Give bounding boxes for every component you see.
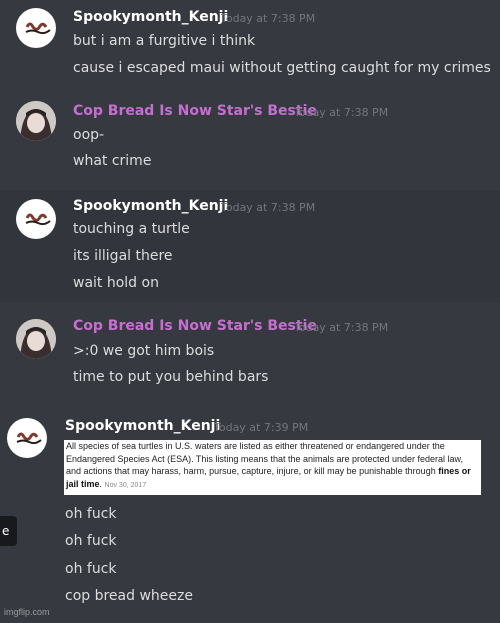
- message-line: wait hold on: [73, 275, 159, 291]
- avatar[interactable]: [7, 418, 47, 458]
- avatar[interactable]: [16, 101, 56, 141]
- message-line: touching a turtle: [73, 221, 190, 237]
- clipping-date: Nov 30, 2017: [104, 481, 147, 489]
- author-name[interactable]: Spookymonth_Kenji: [65, 418, 220, 434]
- attached-image-text: All species of sea turtles in U.S. water…: [66, 441, 471, 489]
- avatar-image: [16, 319, 56, 359]
- message-group-4: Cop Bread Is Now Star's Bestie Today at …: [0, 308, 500, 398]
- message-line: >:0 we got him bois: [73, 343, 215, 359]
- message-line: what crime: [73, 153, 152, 169]
- avatar-image: [16, 101, 56, 141]
- message-line: oh fuck: [65, 561, 117, 577]
- avatar[interactable]: [16, 199, 56, 239]
- message-group-1: Spookymonth_Kenji Today at 7:38 PM but i…: [0, 0, 500, 90]
- clipping-body: All species of sea turtles in U.S. water…: [66, 441, 464, 476]
- avatar[interactable]: [16, 319, 56, 359]
- timestamp: Today at 7:38 PM: [294, 106, 389, 119]
- message-line: oh fuck: [65, 506, 117, 522]
- author-name[interactable]: Cop Bread Is Now Star's Bestie: [73, 318, 317, 334]
- side-popout-tab[interactable]: e: [0, 516, 17, 546]
- timestamp: Today at 7:38 PM: [294, 321, 389, 334]
- avatar-image: [25, 213, 51, 226]
- message-line: oh fuck: [65, 533, 117, 549]
- attached-image[interactable]: All species of sea turtles in U.S. water…: [64, 440, 481, 495]
- message-line: cause i escaped maui without getting cau…: [73, 60, 491, 76]
- message-line: cop bread wheeze: [65, 588, 193, 604]
- timestamp: Today at 7:39 PM: [214, 421, 309, 434]
- message-line: but i am a furgitive i think: [73, 33, 256, 49]
- watermark: imgflip.com: [4, 607, 50, 617]
- avatar-image: [16, 432, 42, 445]
- message-line: oop-: [73, 127, 105, 143]
- message-line: time to put you behind bars: [73, 369, 269, 385]
- avatar-image: [25, 22, 51, 35]
- message-group-2: Cop Bread Is Now Star's Bestie Today at …: [0, 96, 500, 184]
- avatar[interactable]: [16, 8, 56, 48]
- message-group-3: Spookymonth_Kenji Today at 7:38 PM touch…: [0, 190, 500, 302]
- timestamp: Today at 7:38 PM: [221, 12, 316, 25]
- author-name[interactable]: Spookymonth_Kenji: [73, 198, 228, 214]
- timestamp: Today at 7:38 PM: [221, 201, 316, 214]
- message-line: its illigal there: [73, 248, 173, 264]
- author-name[interactable]: Spookymonth_Kenji: [73, 9, 228, 25]
- author-name[interactable]: Cop Bread Is Now Star's Bestie: [73, 103, 317, 119]
